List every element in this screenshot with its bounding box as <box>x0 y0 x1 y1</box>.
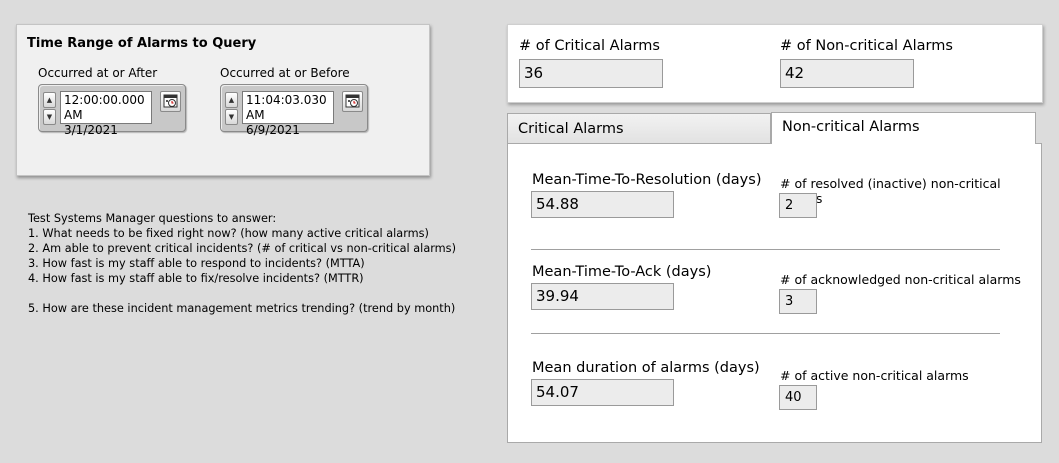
alarm-counts-panel: # of Critical Alarms 36 # of Non-critica… <box>507 24 1043 103</box>
question-1: 1. What needs to be fixed right now? (ho… <box>28 227 429 240</box>
calendar-clock-icon[interactable] <box>342 91 363 112</box>
ack-count-label: # of acknowledged non-critical alarms <box>780 272 1021 287</box>
occurred-after-field[interactable]: 12:00:00.000 AM 3/1/2021 <box>60 91 152 137</box>
occurred-before-label: Occurred at or Before <box>220 66 350 80</box>
tab-noncritical-alarms[interactable]: Non-critical Alarms <box>771 112 1036 144</box>
time-range-title: Time Range of Alarms to Query <box>27 36 257 51</box>
mtta-value: 39.94 <box>531 283 674 310</box>
occurred-after-control: ▲ ▼ 12:00:00.000 AM 3/1/2021 <box>38 84 186 137</box>
critical-count-label: # of Critical Alarms <box>519 38 660 54</box>
occurred-after-date: 3/1/2021 <box>64 123 118 137</box>
noncritical-count-value: 42 <box>780 59 914 88</box>
resolved-count-label: # of resolved (inactive) non-critical al… <box>780 176 1001 206</box>
decrement-arrow-icon[interactable]: ▼ <box>43 109 56 125</box>
noncritical-tab-panel: Mean-Time-To-Resolution (days) 54.88 # o… <box>507 143 1042 443</box>
active-count-label: # of active non-critical alarms <box>780 368 969 383</box>
mttr-value: 54.88 <box>531 191 674 218</box>
occurred-before-field[interactable]: 11:04:03.030 AM 6/9/2021 <box>242 91 334 137</box>
noncritical-count-label: # of Non-critical Alarms <box>780 38 953 54</box>
question-2: 2. Am able to prevent critical incidents… <box>28 242 456 255</box>
separator-line <box>531 333 1000 334</box>
questions-heading: Test Systems Manager questions to answer… <box>28 212 277 225</box>
occurred-after-time: 12:00:00.000 AM <box>64 93 145 122</box>
decrement-arrow-icon[interactable]: ▼ <box>225 109 238 125</box>
question-4: 4. How fast is my staff able to fix/reso… <box>28 272 364 285</box>
occurred-before-time: 11:04:03.030 AM <box>246 93 327 122</box>
active-count-value: 40 <box>779 385 817 410</box>
occurred-before-date: 6/9/2021 <box>246 123 300 137</box>
duration-value: 54.07 <box>531 379 674 406</box>
critical-count-value: 36 <box>519 59 663 88</box>
questions-text: Test Systems Manager questions to answer… <box>28 211 456 316</box>
occurred-after-label: Occurred at or After <box>38 66 158 80</box>
question-5: 5. How are these incident management met… <box>28 302 456 315</box>
occurred-before-spinner: ▲ ▼ <box>225 92 238 125</box>
mtta-label: Mean-Time-To-Ack (days) <box>532 264 712 280</box>
ack-count-value: 3 <box>779 289 817 314</box>
question-3: 3. How fast is my staff able to respond … <box>28 257 365 270</box>
occurred-after-spinner: ▲ ▼ <box>43 92 56 125</box>
occurred-before-control: ▲ ▼ 11:04:03.030 AM 6/9/2021 <box>220 84 368 137</box>
resolved-count-value: 2 <box>779 193 817 218</box>
increment-arrow-icon[interactable]: ▲ <box>43 92 56 108</box>
tab-critical-alarms[interactable]: Critical Alarms <box>507 113 771 143</box>
mttr-label: Mean-Time-To-Resolution (days) <box>532 172 762 188</box>
duration-label: Mean duration of alarms (days) <box>532 360 760 376</box>
separator-line <box>531 249 1000 250</box>
increment-arrow-icon[interactable]: ▲ <box>225 92 238 108</box>
calendar-clock-icon[interactable] <box>160 91 181 112</box>
time-range-panel: Time Range of Alarms to Query Occurred a… <box>16 24 430 176</box>
